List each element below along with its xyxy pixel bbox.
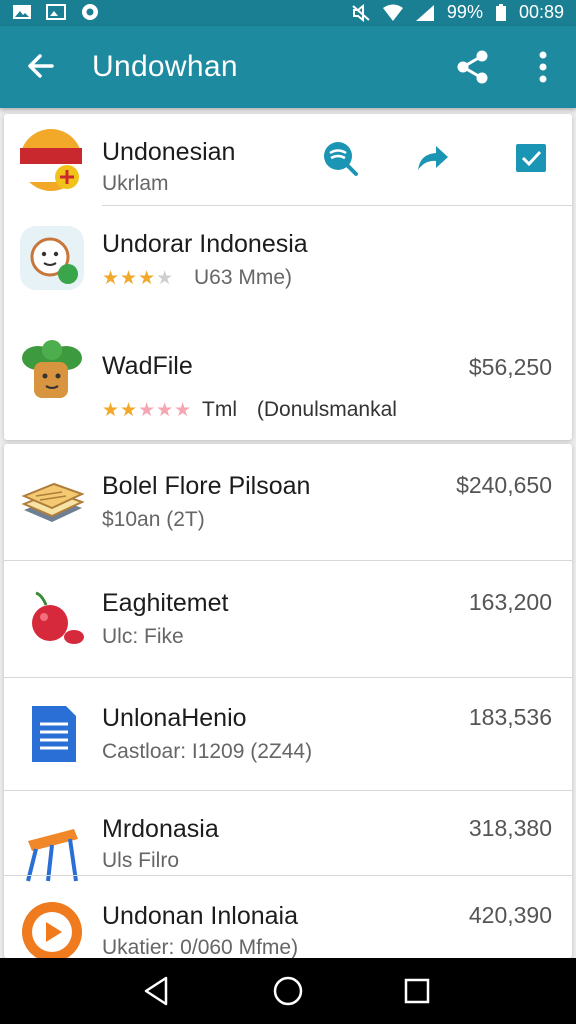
list-item-subtitle: Uls Filro — [102, 849, 179, 872]
list-item-title: Undonan Inlonaia — [102, 902, 298, 930]
list-item-price: $240,650 — [456, 472, 552, 498]
featured-item[interactable]: WadFile $56,250 ★★★★★ Tml (Donulsmankal — [4, 318, 572, 440]
featured-item-price: $56,250 — [468, 354, 552, 380]
plant-character-icon — [22, 340, 82, 398]
document-icon — [32, 706, 76, 762]
wifi-icon — [382, 4, 403, 21]
list-item-subtitle: Ukatier: 0/060 Mfme) — [102, 936, 299, 959]
list-item[interactable]: Bolel Flore Pilsoan $10an (2T) $240,650 — [4, 444, 572, 560]
featured-item-rating: ★★★★ U63 Mme) — [102, 266, 292, 290]
gallery-icon — [13, 5, 31, 19]
featured-item-rating: ★★★★★ Tml (Donulsmankal — [102, 398, 397, 422]
cherry-icon — [32, 591, 84, 644]
list-item-price: 163,200 — [468, 589, 552, 615]
list-item-price: 420,390 — [468, 902, 552, 928]
star-rating-icon: ★★★★ — [102, 268, 175, 289]
page-title: Undowhan — [92, 50, 238, 83]
forward-icon[interactable] — [412, 138, 452, 178]
list-item-price: 318,380 — [468, 815, 552, 841]
featured-item[interactable]: Undorar Indonesia ★★★★ U63 Mme) — [4, 206, 572, 318]
list-item-title: UnlonaHenio — [102, 704, 247, 732]
list-item[interactable]: Mrdonasia Uls Filro 318,380 — [4, 791, 572, 882]
header-item-subtitle: Ukrlam — [102, 172, 169, 195]
sync-icon — [82, 4, 98, 20]
back-arrow-icon[interactable] — [22, 48, 58, 84]
recents-nav-icon[interactable] — [400, 974, 434, 1008]
list-item[interactable]: UnlonaHenio Castloar: I1209 (2Z44) 183,5… — [4, 678, 572, 790]
battery-icon — [495, 3, 506, 21]
navigation-bar — [0, 958, 576, 1024]
featured-item-title: Undorar Indonesia — [102, 230, 308, 258]
list-item-subtitle: $10an (2T) — [102, 508, 205, 531]
list-item[interactable]: Eaghitemet Ulc: Fike 163,200 — [4, 561, 572, 677]
list-item-title: Mrdonasia — [102, 815, 219, 843]
checkbox-icon[interactable] — [512, 138, 552, 178]
status-bar: 99% 00:89 — [0, 0, 576, 26]
signal-icon — [415, 4, 434, 21]
rating-detail: (Donulsmankal — [256, 398, 397, 421]
featured-item-title: WadFile — [102, 352, 193, 380]
featured-card: Undonesian Ukrlam Undorar Indonesia ★★★★ — [4, 114, 572, 440]
battery-percent: 99% — [446, 2, 483, 22]
list-item-title: Bolel Flore Pilsoan — [102, 472, 311, 500]
indonesia-flag-icon — [20, 129, 82, 191]
face-chat-icon — [20, 226, 84, 290]
header-item-title: Undonesian — [102, 138, 236, 166]
clock: 00:89 — [518, 2, 564, 22]
star-rating-icon: ★★★★★ — [102, 400, 193, 421]
list-item[interactable]: Undonan Inlonaia Ukatier: 0/060 Mfme) 42… — [4, 876, 572, 962]
easel-icon — [26, 829, 78, 882]
list-item-subtitle: Ulc: Fike — [102, 625, 184, 648]
more-vert-icon[interactable] — [530, 48, 556, 86]
share-icon[interactable] — [454, 48, 492, 86]
photo-icon — [46, 4, 66, 20]
back-nav-icon[interactable] — [140, 974, 174, 1008]
list-item-title: Eaghitemet — [102, 589, 229, 617]
search-chat-icon[interactable] — [320, 138, 360, 178]
mute-icon — [352, 3, 370, 22]
rating-text: Tml — [202, 398, 238, 421]
header-item[interactable]: Undonesian Ukrlam — [4, 114, 572, 206]
app-bar: Undowhan — [0, 26, 576, 108]
list-item-price: 183,536 — [468, 704, 552, 730]
books-icon — [21, 482, 85, 522]
list-item-subtitle: Castloar: I1209 (2Z44) — [102, 740, 313, 763]
home-nav-icon[interactable] — [271, 974, 305, 1008]
rating-text: U63 Mme) — [194, 266, 293, 289]
items-list: Bolel Flore Pilsoan $10an (2T) $240,650 … — [4, 444, 572, 962]
